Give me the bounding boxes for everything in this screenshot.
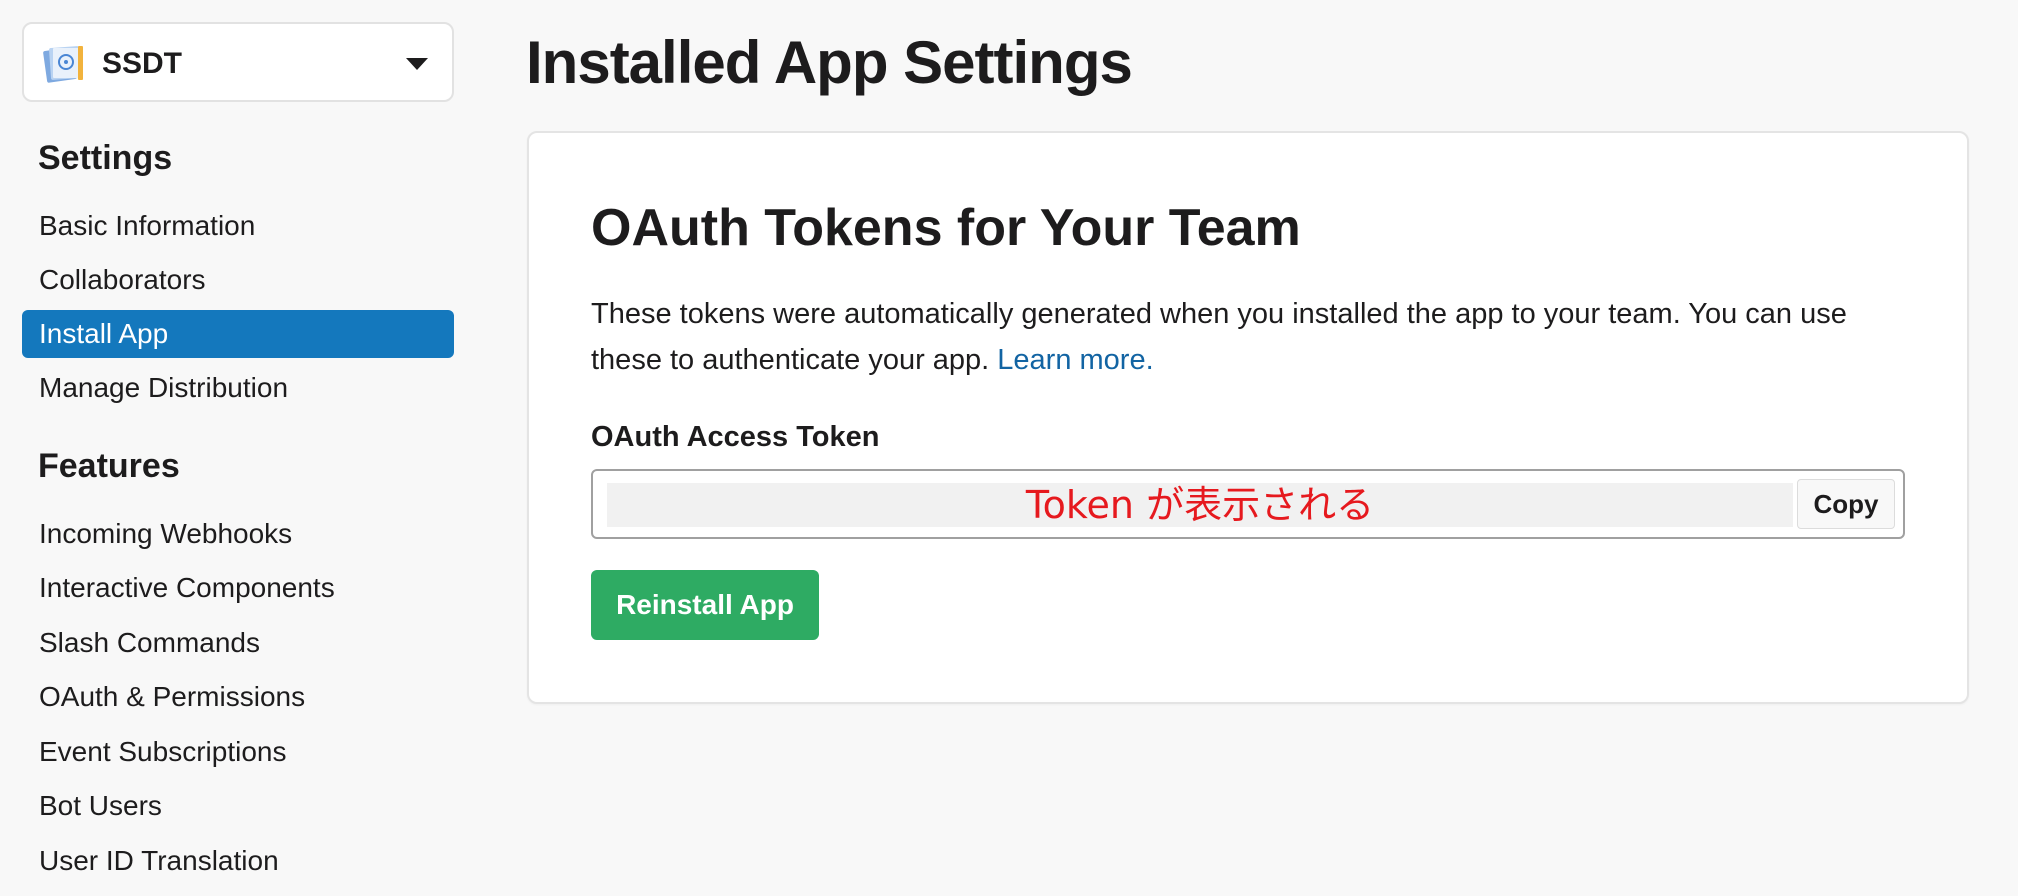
app-book-icon — [42, 42, 86, 86]
sidebar-item-collaborators[interactable]: Collaborators — [22, 256, 454, 304]
sidebar-item-manage-distribution[interactable]: Manage Distribution — [22, 364, 454, 412]
sidebar-item-event-subscriptions[interactable]: Event Subscriptions — [22, 728, 454, 776]
sidebar: SSDT Settings Basic Information Collabor… — [0, 0, 470, 896]
sidebar-item-basic-information[interactable]: Basic Information — [22, 202, 454, 250]
description-text: These tokens were automatically generate… — [591, 298, 1847, 376]
token-field[interactable] — [607, 483, 1793, 527]
card-title: OAuth Tokens for Your Team — [591, 199, 1301, 257]
card-description: These tokens were automatically generate… — [591, 291, 1921, 383]
app-name: SSDT — [102, 47, 183, 80]
sidebar-item-oauth-permissions[interactable]: OAuth & Permissions — [22, 673, 454, 721]
page-title: Installed App Settings — [526, 29, 1133, 96]
oauth-tokens-card: OAuth Tokens for Your Team These tokens … — [527, 131, 1969, 704]
app-switcher[interactable]: SSDT — [22, 22, 454, 102]
sidebar-item-bot-users[interactable]: Bot Users — [22, 782, 454, 830]
reinstall-app-button[interactable]: Reinstall App — [591, 570, 819, 640]
token-box: Copy — [591, 469, 1905, 539]
sidebar-item-interactive-components[interactable]: Interactive Components — [22, 564, 454, 612]
learn-more-link[interactable]: Learn more. — [997, 344, 1153, 376]
features-section-title: Features — [38, 447, 180, 485]
sidebar-item-slash-commands[interactable]: Slash Commands — [22, 619, 454, 667]
sidebar-item-user-id-translation[interactable]: User ID Translation — [22, 837, 454, 885]
settings-section-title: Settings — [38, 139, 173, 177]
chevron-down-icon — [406, 58, 428, 70]
copy-button[interactable]: Copy — [1797, 479, 1895, 529]
sidebar-item-incoming-webhooks[interactable]: Incoming Webhooks — [22, 510, 454, 558]
sidebar-item-install-app[interactable]: Install App — [22, 310, 454, 358]
token-label: OAuth Access Token — [591, 421, 880, 453]
